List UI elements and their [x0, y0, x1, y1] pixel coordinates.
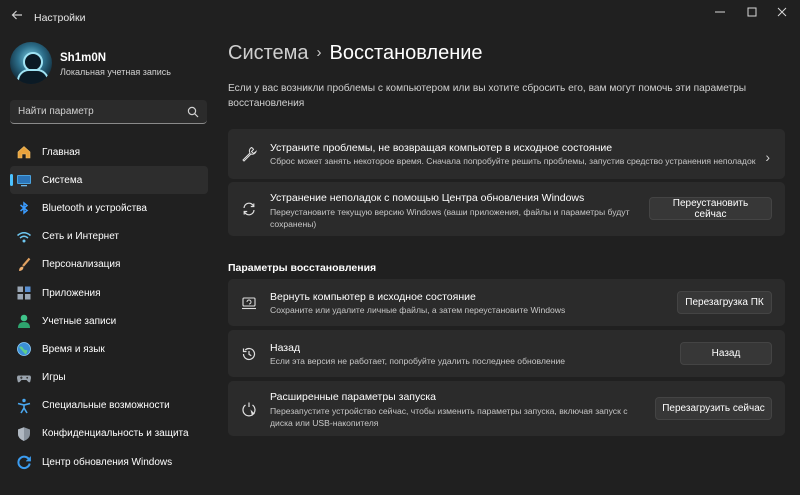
- reset-pc-card: Вернуть компьютер в исходное состояние С…: [228, 279, 785, 326]
- sidebar-item-label: Персонализация: [42, 259, 121, 271]
- advanced-startup-card: Расширенные параметры запуска Перезапуст…: [228, 381, 785, 436]
- card-title: Расширенные параметры запуска: [270, 391, 437, 403]
- close-icon: [777, 7, 787, 17]
- reset-pc-icon: [240, 294, 258, 312]
- sidebar-item-label: Bluetooth и устройства: [42, 202, 147, 214]
- sidebar-item-privacy[interactable]: Конфиденциальность и защита: [10, 420, 208, 448]
- card-title: Устраните проблемы, не возвращая компьют…: [270, 142, 613, 154]
- title-bar: Настройки: [0, 0, 800, 34]
- shield-icon: [16, 426, 32, 442]
- sidebar-item-label: Специальные возможности: [42, 400, 170, 412]
- search-box[interactable]: [10, 100, 207, 124]
- sidebar-item-label: Сеть и Интернет: [42, 231, 120, 243]
- search-icon[interactable]: [187, 105, 199, 123]
- advanced-startup-icon: [240, 400, 258, 418]
- card-description: Сброс может занять некоторое время. Снач…: [270, 156, 756, 166]
- breadcrumb-separator: ›: [316, 44, 322, 61]
- arrow-left-icon: [11, 10, 22, 20]
- sidebar-item-label: Учетные записи: [42, 315, 117, 327]
- sidebar-item-network[interactable]: Сеть и Интернет: [10, 223, 208, 251]
- sidebar-item-label: Система: [42, 174, 83, 186]
- reset-pc-button[interactable]: Перезагрузка ПК: [677, 291, 772, 314]
- avatar[interactable]: [10, 42, 52, 84]
- breadcrumb-parent[interactable]: Система: [228, 42, 309, 64]
- sidebar-item-home[interactable]: Главная: [10, 138, 208, 166]
- sidebar-item-label: Время и язык: [42, 343, 105, 355]
- globe-icon: [16, 341, 32, 357]
- apps-icon: [16, 285, 32, 301]
- sidebar-item-windows-update[interactable]: Центр обновления Windows: [10, 448, 208, 476]
- sidebar-item-accounts[interactable]: Учетные записи: [10, 307, 208, 335]
- brush-icon: [16, 257, 32, 273]
- section-title: Параметры восстановления: [228, 262, 377, 274]
- sidebar-item-system[interactable]: Система: [10, 166, 208, 195]
- page-title: Восстановление: [329, 42, 483, 64]
- close-button[interactable]: [768, 6, 796, 20]
- sidebar-item-personalization[interactable]: Персонализация: [10, 251, 208, 279]
- breadcrumb: Система › Восстановление: [228, 42, 483, 65]
- go-back-button[interactable]: Назад: [680, 342, 772, 365]
- account-icon: [16, 313, 32, 329]
- card-description: Если эта версия не работает, попробуйте …: [270, 356, 566, 366]
- card-description: Переустановите текущую версию Windows (в…: [270, 207, 630, 229]
- sidebar-item-apps[interactable]: Приложения: [10, 279, 208, 307]
- minimize-button[interactable]: [706, 6, 734, 20]
- history-icon: [240, 345, 258, 363]
- wifi-icon: [16, 229, 32, 245]
- back-button[interactable]: [8, 8, 26, 26]
- accessibility-icon: [16, 398, 32, 414]
- update-icon: [16, 454, 32, 470]
- sidebar-item-bluetooth[interactable]: Bluetooth и устройства: [10, 194, 208, 222]
- page-description: Если у вас возникли проблемы с компьютер…: [228, 83, 747, 109]
- go-back-card: Назад Если эта версия не работает, попро…: [228, 330, 785, 377]
- sidebar-item-gaming[interactable]: Игры: [10, 364, 208, 392]
- system-icon: [16, 172, 32, 188]
- sidebar-nav: Главная Система Bluetooth и устройства С…: [10, 138, 208, 476]
- wrench-icon: [240, 145, 258, 163]
- refresh-icon: [240, 200, 258, 218]
- app-title: Настройки: [34, 12, 86, 24]
- sidebar-item-label: Центр обновления Windows: [42, 456, 173, 468]
- fix-problems-card[interactable]: Устраните проблемы, не возвращая компьют…: [228, 129, 785, 179]
- sidebar-item-label: Конфиденциальность и защита: [42, 428, 189, 440]
- sidebar-item-label: Игры: [42, 372, 66, 384]
- card-description: Сохраните или удалите личные файлы, а за…: [270, 305, 566, 315]
- sidebar-item-time-language[interactable]: Время и язык: [10, 335, 208, 363]
- gamepad-icon: [16, 370, 32, 386]
- sidebar-item-label: Главная: [42, 146, 81, 158]
- search-input[interactable]: [18, 104, 178, 118]
- card-description: Перезапустите устройство сейчас, чтобы и…: [270, 406, 628, 428]
- sidebar-item-accessibility[interactable]: Специальные возможности: [10, 392, 208, 420]
- sidebar-item-label: Приложения: [42, 287, 101, 299]
- restart-now-button[interactable]: Перезагрузить сейчас: [655, 397, 772, 420]
- card-title: Вернуть компьютер в исходное состояние: [270, 291, 476, 303]
- fix-update-card: Устранение неполадок с помощью Центра об…: [228, 182, 785, 236]
- bluetooth-icon: [16, 200, 32, 216]
- chevron-right-icon: ›: [765, 149, 770, 165]
- maximize-icon: [747, 7, 757, 17]
- account-type: Локальная учетная запись: [60, 67, 171, 77]
- maximize-button[interactable]: [738, 6, 766, 20]
- card-title: Назад: [270, 342, 301, 354]
- card-title: Устранение неполадок с помощью Центра об…: [270, 192, 585, 204]
- reinstall-now-button[interactable]: Переустановить сейчас: [649, 197, 772, 220]
- user-name: Sh1m0N: [60, 52, 107, 64]
- home-icon: [16, 144, 32, 160]
- minimize-icon: [715, 11, 725, 13]
